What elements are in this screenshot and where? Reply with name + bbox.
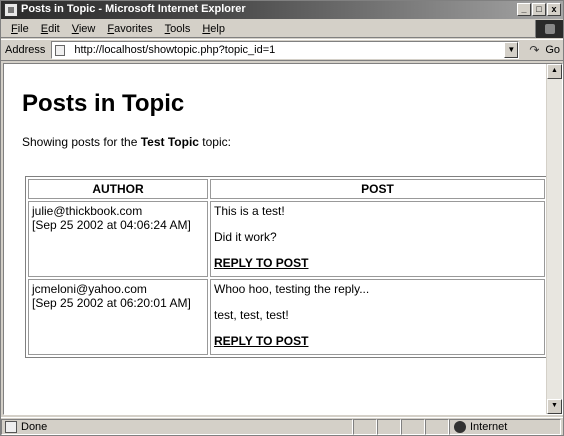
menu-favorites[interactable]: Favorites [101,23,158,35]
author-email: julie@thickbook.com [32,204,143,218]
post-text: Whoo hoo, testing the reply... [214,282,370,296]
windows-logo-icon [535,20,563,38]
menu-bar: File Edit View Favorites Tools Help [1,20,563,38]
menu-help[interactable]: Help [196,23,231,35]
intro-text: Showing posts for the Test Topic topic: [22,135,548,149]
author-cell: jcmeloni@yahoo.com [Sep 25 2002 at 06:20… [28,279,208,355]
table-row: julie@thickbook.com [Sep 25 2002 at 04:0… [28,201,545,277]
intro-suffix: topic: [198,135,231,149]
address-input[interactable] [74,42,495,58]
author-email: jcmeloni@yahoo.com [32,282,147,296]
go-arrow-icon: ↷ [529,43,540,57]
ie-app-icon[interactable] [4,3,18,17]
page-content: Posts in Topic Showing posts for the Tes… [22,64,548,149]
status-text: Done [21,420,48,433]
table-header-row: AUTHOR POST [28,179,545,199]
window-controls: _ □ x [517,3,561,16]
close-button[interactable]: x [547,3,561,16]
intro-prefix: Showing posts for the [22,135,141,149]
post-date: [Sep 25 2002 at 06:20:01 AM] [32,296,191,310]
post-column-header: POST [210,179,545,199]
post-text: test, test, test! [214,308,289,322]
page-done-icon [5,420,17,433]
page-icon [55,45,66,56]
browser-window: Posts in Topic - Microsoft Internet Expl… [0,0,564,436]
posts-table: AUTHOR POST julie@thickbook.com [Sep 25 … [25,176,548,358]
menu-edit[interactable]: Edit [35,23,66,35]
reply-to-post-link[interactable]: REPLY TO POST [214,334,308,348]
post-date: [Sep 25 2002 at 04:06:24 AM] [32,218,191,232]
scroll-up-icon[interactable]: ▲ [547,64,562,79]
post-cell: This is a test! Did it work? REPLY TO PO… [210,201,545,277]
window-title: Posts in Topic - Microsoft Internet Expl… [21,3,246,15]
go-button[interactable]: ↷ Go [529,44,560,56]
status-panel [401,418,425,435]
address-label: Address [5,44,46,56]
address-field[interactable]: ▼ [51,41,520,59]
title-bar: Posts in Topic - Microsoft Internet Expl… [1,1,563,19]
zone-cell: Internet [449,418,561,435]
author-cell: julie@thickbook.com [Sep 25 2002 at 04:0… [28,201,208,277]
page-viewport[interactable]: Posts in Topic Showing posts for the Tes… [3,63,563,415]
menu-view[interactable]: View [66,23,102,35]
menu-file[interactable]: File [5,23,35,35]
topic-name: Test Topic [140,135,199,149]
table-row: jcmeloni@yahoo.com [Sep 25 2002 at 06:20… [28,279,545,355]
page-heading: Posts in Topic [22,90,185,117]
status-panel [377,418,401,435]
status-text-cell: Done [1,418,353,435]
zone-text: Internet [470,420,508,433]
status-bar: Done Internet [1,417,563,435]
address-bar: Address ▼ ↷ Go [1,39,563,61]
reply-to-post-link[interactable]: REPLY TO POST [214,256,308,270]
go-label: Go [545,44,561,56]
address-dropdown-icon[interactable]: ▼ [504,42,519,58]
status-panel [353,418,377,435]
post-text: This is a test! [214,204,285,218]
menu-tools[interactable]: Tools [159,23,197,35]
internet-zone-icon [454,420,466,433]
vertical-scrollbar[interactable]: ▲ ▼ [546,64,562,414]
status-panel [425,418,449,435]
maximize-button[interactable]: □ [532,3,546,16]
scroll-down-icon[interactable]: ▼ [547,399,562,414]
minimize-button[interactable]: _ [517,3,531,16]
post-cell: Whoo hoo, testing the reply... test, tes… [210,279,545,355]
author-column-header: AUTHOR [28,179,208,199]
post-text: Did it work? [214,230,277,244]
